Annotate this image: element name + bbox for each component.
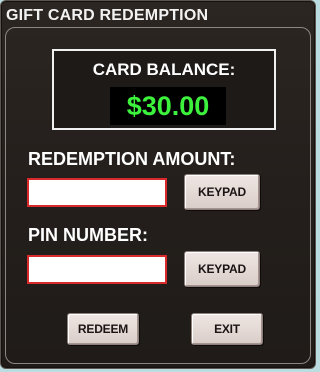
pin-number-input[interactable] [27, 255, 167, 284]
gift-card-panel: GIFT CARD REDEMPTION CARD BALANCE: $30.0… [0, 0, 316, 369]
exit-button[interactable]: EXIT [191, 313, 263, 345]
redeem-button[interactable]: REDEEM [67, 313, 139, 345]
card-balance-value: $30.00 [110, 87, 226, 125]
redemption-amount-input[interactable] [27, 178, 167, 207]
card-balance-box: CARD BALANCE: $30.00 [52, 49, 276, 130]
redemption-amount-label: REDEMPTION AMOUNT: [28, 149, 236, 169]
panel-title: GIFT CARD REDEMPTION [6, 7, 209, 24]
redemption-keypad-button[interactable]: KEYPAD [184, 174, 260, 210]
card-balance-label: CARD BALANCE: [92, 60, 236, 79]
pin-number-label: PIN NUMBER: [28, 225, 148, 245]
pin-keypad-button[interactable]: KEYPAD [184, 251, 260, 287]
